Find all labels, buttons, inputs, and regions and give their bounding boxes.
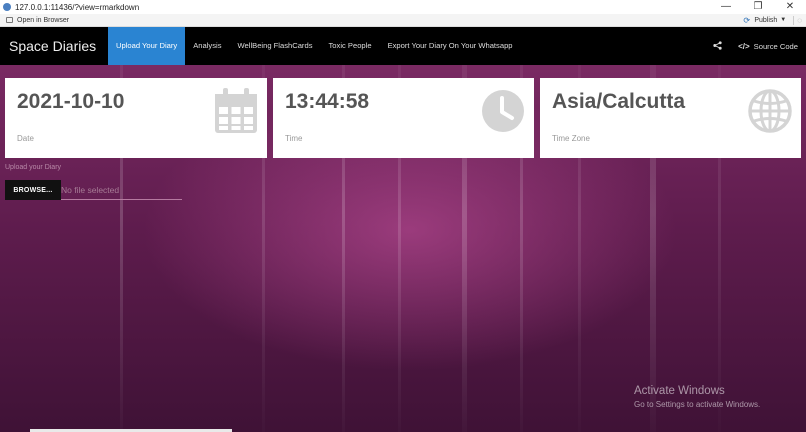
restore-button[interactable]: ❐ bbox=[742, 0, 774, 14]
nav-tabs: Upload Your Diary Analysis WellBeing Fla… bbox=[108, 27, 521, 65]
activate-windows-watermark: Activate Windows Go to Settings to activ… bbox=[634, 385, 760, 409]
time-label: Time bbox=[285, 134, 303, 143]
publish-label: Publish bbox=[754, 16, 778, 24]
source-code-label: Source Code bbox=[753, 41, 798, 51]
main-content: 2021-10-10 Date 13:44:58 Time Asia/Calcu… bbox=[0, 65, 806, 432]
publish-button[interactable]: ⟳ Publish ▼ bbox=[743, 15, 790, 25]
browse-button[interactable]: BROWSE... bbox=[5, 180, 61, 200]
tab-toxic-people[interactable]: Toxic People bbox=[321, 27, 380, 65]
code-icon: </> bbox=[738, 41, 750, 51]
source-code-link[interactable]: </> Source Code bbox=[738, 42, 798, 51]
open-in-browser-button[interactable]: Open in Browser bbox=[6, 17, 69, 24]
refresh-icon[interactable]: ◌ bbox=[797, 16, 802, 25]
browser-icon bbox=[6, 17, 13, 23]
window-titlebar: 127.0.0.1:11436/?view=rmarkdown — ❐ ✕ bbox=[0, 0, 806, 14]
chevron-down-icon: ▼ bbox=[780, 17, 787, 23]
globe-icon bbox=[748, 89, 792, 133]
tab-analysis[interactable]: Analysis bbox=[185, 27, 229, 65]
watermark-subtitle: Go to Settings to activate Windows. bbox=[634, 400, 761, 409]
app-navbar: Space Diaries Upload Your Diary Analysis… bbox=[0, 27, 806, 65]
tab-export-whatsapp[interactable]: Export Your Diary On Your Whatsapp bbox=[380, 27, 521, 65]
file-name-field[interactable]: No file selected bbox=[61, 180, 182, 200]
toolbar-divider bbox=[793, 15, 795, 25]
timezone-label: Time Zone bbox=[552, 134, 590, 143]
calendar-icon bbox=[215, 88, 257, 133]
timezone-card: Asia/Calcutta Time Zone bbox=[540, 78, 801, 158]
time-card: 13:44:58 Time bbox=[273, 78, 534, 158]
close-button[interactable]: ✕ bbox=[774, 0, 806, 14]
upload-diary-label: Upload your Diary bbox=[5, 164, 62, 171]
watermark-title: Activate Windows bbox=[634, 385, 725, 397]
open-in-browser-label: Open in Browser bbox=[17, 16, 70, 24]
tab-wellbeing-flashcards[interactable]: WellBeing FlashCards bbox=[230, 27, 321, 65]
clock-icon bbox=[482, 90, 524, 132]
date-label: Date bbox=[17, 134, 34, 143]
minimize-button[interactable]: — bbox=[710, 0, 742, 14]
tab-upload-your-diary[interactable]: Upload Your Diary bbox=[108, 27, 186, 65]
date-card: 2021-10-10 Date bbox=[5, 78, 267, 158]
window-controls: — ❐ ✕ bbox=[710, 0, 806, 14]
brand-title[interactable]: Space Diaries bbox=[0, 27, 108, 65]
app-icon bbox=[3, 3, 11, 11]
viewer-toolbar: Open in Browser ⟳ Publish ▼ ◌ bbox=[0, 14, 806, 27]
window-url: 127.0.0.1:11436/?view=rmarkdown bbox=[15, 2, 140, 12]
share-icon[interactable] bbox=[713, 40, 722, 52]
publish-icon: ⟳ bbox=[743, 15, 751, 25]
